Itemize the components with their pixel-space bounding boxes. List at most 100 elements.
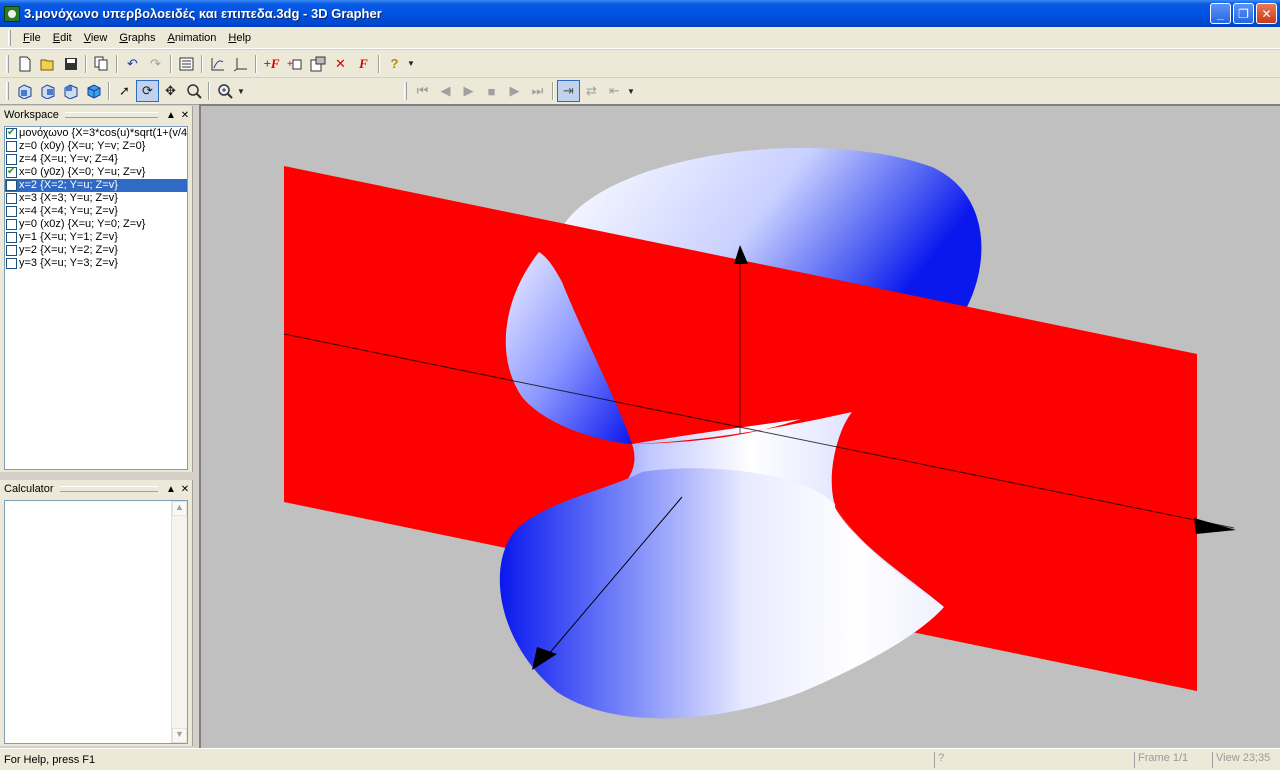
graph-visibility-checkbox[interactable] <box>6 219 17 230</box>
graph-visibility-checkbox[interactable] <box>6 258 17 269</box>
delete-icon[interactable]: ✕ <box>329 53 352 75</box>
graph-list-item[interactable]: x=3 {X=3; Y=u; Z=v} <box>5 192 187 205</box>
menu-animation[interactable]: Animation <box>161 30 222 46</box>
copy-icon[interactable] <box>90 53 113 75</box>
previous-frame-icon[interactable]: ◀ <box>434 80 457 102</box>
redo-icon[interactable]: ↷ <box>144 53 167 75</box>
add-object-icon[interactable]: + <box>283 53 306 75</box>
move-icon[interactable]: ✥ <box>159 80 182 102</box>
panel-grip[interactable] <box>64 112 158 118</box>
graph-list-item-label: x=0 (y0z) {X=0; Y=u; Z=v} <box>19 166 146 178</box>
minimize-button[interactable]: _ <box>1210 3 1231 24</box>
window-title: 3.μονόχωνο υπερβολοειδές και επιπεδα.3dg… <box>24 6 382 21</box>
graph-list-item[interactable]: z=0 (x0y) {X=u; Y=v; Z=0} <box>5 140 187 153</box>
calculator-area[interactable]: ▲ ▼ <box>4 500 188 744</box>
graph-viewport[interactable] <box>199 104 1280 748</box>
rotate-icon[interactable]: ⟳ <box>136 80 159 102</box>
cube-view-side-icon[interactable] <box>36 80 59 102</box>
menu-edit[interactable]: Edit <box>47 30 78 46</box>
panel-close-icon[interactable]: ✕ <box>178 110 192 121</box>
toolbar-separator <box>255 54 257 73</box>
menu-grip <box>8 29 11 46</box>
panel-collapse-icon[interactable]: ▲ <box>164 110 178 121</box>
workspace-panel: Workspace ▲ ✕ μονόχωνο {X=3*cos(u)*sqrt(… <box>0 106 193 472</box>
status-bar: For Help, press F1 ? Frame 1/1 View 23;3… <box>0 748 1280 770</box>
graph-visibility-checkbox[interactable] <box>6 180 17 191</box>
last-frame-icon[interactable]: ⏭ <box>526 80 549 102</box>
cube-view-top-icon[interactable] <box>59 80 82 102</box>
graph-visibility-checkbox[interactable] <box>6 245 17 256</box>
undo-icon[interactable]: ↶ <box>121 53 144 75</box>
panel-collapse-icon[interactable]: ▲ <box>164 484 178 495</box>
open-folder-icon[interactable] <box>36 53 59 75</box>
graph-list: μονόχωνο {X=3*cos(u)*sqrt(1+(v/4)z=0 (x0… <box>4 126 188 470</box>
graph-list-item[interactable]: y=3 {X=u; Y=3; Z=v} <box>5 257 187 270</box>
graph-list-item[interactable]: x=0 (y0z) {X=0; Y=u; Z=v} <box>5 165 187 179</box>
graph-list-item[interactable]: y=0 (x0z) {X=u; Y=0; Z=v} <box>5 218 187 231</box>
animation-dropdown-icon[interactable]: ▼ <box>626 87 636 96</box>
menu-graphs[interactable]: Graphs <box>113 30 161 46</box>
scroll-up-icon[interactable]: ▲ <box>172 501 187 516</box>
toolbar-grip <box>6 54 9 73</box>
save-icon[interactable] <box>59 53 82 75</box>
cube-view-front-icon[interactable] <box>13 80 36 102</box>
loop-bounce-icon[interactable]: ⇄ <box>580 80 603 102</box>
cube-view-3d-icon[interactable] <box>82 80 105 102</box>
pointer-icon[interactable]: ➚ <box>113 80 136 102</box>
main-toolbar: ↶ ↷ +F + ✕ F ? ▼ <box>0 50 1280 77</box>
graph-visibility-checkbox[interactable] <box>6 193 17 204</box>
toolbar-separator <box>552 82 554 100</box>
menu-help[interactable]: Help <box>222 30 257 46</box>
axes-icon[interactable] <box>229 53 252 75</box>
graph-list-item[interactable]: y=2 {X=u; Y=2; Z=v} <box>5 244 187 257</box>
graph-list-item[interactable]: x=4 {X=4; Y=u; Z=v} <box>5 205 187 218</box>
toolbar-separator <box>85 54 87 73</box>
graph-list-item[interactable]: x=2 {X=2; Y=u; Z=v} <box>5 179 187 192</box>
maximize-button[interactable]: ❐ <box>1233 3 1254 24</box>
workspace-header: Workspace ▲ ✕ <box>0 106 192 124</box>
play-icon[interactable]: ▶ <box>457 80 480 102</box>
first-frame-icon[interactable]: ⏮ <box>411 80 434 102</box>
toolbar-dropdown-icon[interactable]: ▼ <box>406 59 416 68</box>
menu-view[interactable]: View <box>78 30 114 46</box>
workspace-title: Workspace <box>4 109 59 121</box>
new-file-icon[interactable] <box>13 53 36 75</box>
close-button[interactable]: ✕ <box>1256 3 1277 24</box>
graph-list-item[interactable]: μονόχωνο {X=3*cos(u)*sqrt(1+(v/4) <box>5 127 187 140</box>
loop-reverse-icon[interactable]: ⇤ <box>603 80 626 102</box>
graph-visibility-checkbox[interactable] <box>6 206 17 217</box>
stop-icon[interactable]: ■ <box>480 80 503 102</box>
graph-visibility-checkbox[interactable] <box>6 232 17 243</box>
graph-list-item-label: μονόχωνο {X=3*cos(u)*sqrt(1+(v/4) <box>19 127 188 139</box>
status-help-text: For Help, press F1 <box>4 753 96 766</box>
graph-visibility-checkbox[interactable] <box>6 165 17 178</box>
graph-list-item-label: z=4 {X=u; Y=v; Z=4} <box>19 153 118 165</box>
graph-settings-icon[interactable] <box>206 53 229 75</box>
graph-list-item[interactable]: z=4 {X=u; Y=v; Z=4} <box>5 153 187 166</box>
loop-forward-icon[interactable]: ⇥ <box>557 80 580 102</box>
panel-close-icon[interactable]: ✕ <box>178 484 192 495</box>
menu-file[interactable]: File <box>17 30 47 46</box>
zoom-dropdown-icon[interactable]: ▼ <box>236 87 246 96</box>
app-icon[interactable] <box>4 5 20 22</box>
help-icon[interactable]: ? <box>383 53 406 75</box>
next-frame-icon[interactable]: ▶ <box>503 80 526 102</box>
add-function-icon[interactable]: +F <box>260 53 283 75</box>
scroll-down-icon[interactable]: ▼ <box>172 728 187 743</box>
graph-visibility-checkbox[interactable] <box>6 127 17 139</box>
properties-icon[interactable] <box>306 53 329 75</box>
calculator-scrollbar[interactable]: ▲ ▼ <box>171 501 187 743</box>
graph-list-item[interactable]: y=1 {X=u; Y=1; Z=v} <box>5 231 187 244</box>
zoom-icon[interactable] <box>213 80 236 102</box>
status-frame: Frame 1/1 <box>1134 751 1212 768</box>
toolbar-separator <box>378 54 380 73</box>
graph-visibility-checkbox[interactable] <box>6 141 17 152</box>
window-controls: _ ❐ ✕ <box>1210 3 1277 24</box>
workspace-toggle-icon[interactable] <box>175 53 198 75</box>
zoom-window-icon[interactable] <box>182 80 205 102</box>
function-icon[interactable]: F <box>352 53 375 75</box>
graph-visibility-checkbox[interactable] <box>6 154 17 165</box>
panel-grip[interactable] <box>59 486 158 492</box>
view-toolbar: ➚ ⟳ ✥ ▼ ⏮ ◀ ▶ ■ ▶ ⏭ ⇥ ⇄ ⇤ ▼ <box>0 78 1280 105</box>
graph-canvas[interactable] <box>201 106 1280 748</box>
